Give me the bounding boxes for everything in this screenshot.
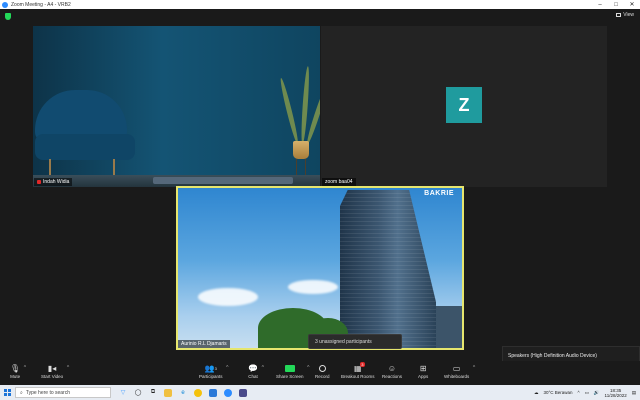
security-shield-icon[interactable] — [5, 13, 11, 20]
file-explorer-icon[interactable] — [164, 388, 172, 397]
taskbar-apps: ▽ ◯ ⧉ e — [119, 388, 247, 397]
clock-date: 11/28/2022 — [604, 392, 627, 398]
zoom-logo-icon — [2, 1, 8, 8]
search-placeholder: Type here to search — [25, 389, 71, 396]
chevron-up-icon[interactable]: ^ — [67, 365, 69, 371]
video-overlay-logo: BAKRIE — [424, 190, 454, 197]
armchair-seat — [35, 134, 135, 160]
chevron-up-icon[interactable]: ^ — [226, 365, 228, 371]
chevron-up-icon[interactable]: ^ — [578, 390, 580, 395]
chair-leg — [113, 159, 115, 175]
start-video-label: Start Video — [41, 374, 64, 379]
share-screen-icon — [284, 363, 295, 374]
record-icon — [318, 363, 326, 374]
mic-icon: 🎙 — [10, 364, 21, 373]
view-label: View — [623, 12, 634, 18]
reactions-button[interactable]: ☺ Reactions — [382, 363, 402, 379]
volume-icon[interactable]: 🔊 — [594, 390, 600, 396]
speakers-label: Speakers (High Definition Audio Device) — [508, 353, 597, 359]
breakout-popup-text: 3 unassigned participants — [315, 338, 372, 345]
meeting-toolbar: 🎙 Mute ^ ▮◂ Start Video ^ 👥 3 Participant… — [0, 361, 640, 385]
minimize-button[interactable]: – — [592, 2, 608, 8]
video-tile-indah[interactable]: Indah Widia — [33, 26, 320, 187]
video-tile-aurinio[interactable]: BAKRIE Aurinio R.L Djamaris — [176, 186, 464, 350]
plant-pot — [293, 141, 309, 159]
window-title: Zoom Meeting - A4 - VRB2 — [11, 1, 71, 8]
apps-button[interactable]: ⊞ Apps — [418, 363, 428, 379]
notifications-icon[interactable]: ▤ — [632, 390, 636, 396]
participant-name-tag: zoom baa04 — [322, 178, 356, 186]
system-tray: ☁ 30°C Berawan ^ ▭ 🔊 18:35 11/28/2022 ▤ — [534, 385, 636, 400]
whiteboards-button[interactable]: ▭ Whiteboards ^ — [444, 363, 475, 379]
breakout-badge: 3 — [360, 362, 365, 367]
mute-label: Mute — [10, 374, 21, 379]
participant-name: zoom baa04 — [325, 179, 353, 185]
windows-taskbar: ⌕ Type here to search ▽ ◯ ⧉ e ☁ 30°C Ber… — [0, 385, 640, 400]
participant-name: Indah Widia — [43, 179, 70, 185]
taskbar-search-input[interactable]: ⌕ Type here to search — [15, 387, 111, 398]
video-camera-off-icon: ▮◂ — [47, 364, 57, 373]
widgets-icon[interactable]: ▽ — [119, 389, 127, 397]
zoom-app-icon[interactable] — [224, 388, 232, 397]
breakout-rooms-label: Breakout Rooms — [341, 374, 375, 379]
breakout-rooms-button[interactable]: ▦ 3 Breakout Rooms — [341, 362, 375, 379]
participants-label: Participants — [199, 374, 223, 379]
view-button[interactable]: View — [616, 12, 634, 18]
grid-view-icon — [616, 13, 622, 17]
whiteboards-label: Whiteboards — [444, 374, 470, 379]
weather-icon[interactable]: ☁ — [534, 390, 539, 396]
apps-label: Apps — [418, 374, 429, 379]
video-tile-zoom-baa04[interactable]: Z zoom baa04 — [321, 26, 607, 187]
record-button[interactable]: Record — [315, 363, 330, 379]
chat-icon: 💬 — [248, 364, 258, 373]
maximize-button[interactable]: □ — [608, 2, 624, 8]
record-label: Record — [315, 374, 330, 379]
participants-button[interactable]: 👥 3 Participants ^ — [199, 363, 229, 379]
edge-icon[interactable]: e — [179, 389, 187, 397]
network-icon[interactable]: ▭ — [585, 390, 589, 396]
breakout-rooms-icon: ▦ 3 — [353, 362, 365, 373]
participants-count: 3 — [214, 366, 217, 371]
whiteboard-icon: ▭ — [452, 364, 461, 373]
chat-label: Chat — [248, 374, 258, 379]
breakout-unassigned-popup[interactable]: 3 unassigned participants — [308, 334, 402, 349]
participant-name: Aurinio R.L Djamaris — [181, 341, 227, 347]
cloud — [198, 288, 258, 306]
participants-icon: 👥 3 — [204, 364, 217, 373]
plant-stand — [296, 159, 306, 175]
close-button[interactable]: ✕ — [624, 1, 640, 8]
start-video-button[interactable]: ▮◂ Start Video ^ — [41, 363, 69, 379]
chevron-up-icon[interactable]: ^ — [24, 365, 26, 371]
chrome-icon[interactable] — [194, 388, 202, 397]
word-icon[interactable] — [209, 388, 217, 397]
avatar: Z — [446, 87, 482, 123]
side-building — [436, 306, 462, 348]
participant-name-tag: Aurinio R.L Djamaris — [178, 340, 230, 348]
chevron-up-icon[interactable]: ^ — [307, 365, 309, 371]
reactions-label: Reactions — [382, 374, 403, 379]
muted-mic-icon — [37, 180, 41, 184]
reactions-icon: ☺ — [387, 364, 397, 373]
chair-leg — [49, 159, 51, 175]
chevron-up-icon[interactable]: ^ — [262, 365, 264, 371]
chat-button[interactable]: 💬 Chat ^ — [248, 363, 264, 379]
share-screen-label: Share Screen — [276, 374, 304, 379]
app-icon[interactable] — [239, 388, 247, 397]
share-screen-button[interactable]: Share Screen ^ — [276, 363, 310, 379]
mute-button[interactable]: 🎙 Mute ^ — [10, 363, 26, 379]
search-icon: ⌕ — [20, 389, 23, 396]
weather-text[interactable]: 30°C Berawan — [543, 390, 572, 395]
task-view-icon[interactable]: ◯ — [134, 389, 142, 397]
taskbar-clock[interactable]: 18:35 11/28/2022 — [605, 388, 627, 398]
participant-name-tag: Indah Widia — [34, 178, 73, 186]
chevron-up-icon[interactable]: ^ — [473, 365, 475, 371]
task-switch-icon[interactable]: ⧉ — [149, 389, 157, 397]
window-titlebar: Zoom Meeting - A4 - VRB2 – □ ✕ — [0, 0, 640, 9]
apps-icon: ⊞ — [419, 364, 427, 373]
cloud — [288, 280, 338, 294]
video-rug — [153, 177, 293, 184]
windows-start-icon[interactable] — [4, 389, 11, 396]
